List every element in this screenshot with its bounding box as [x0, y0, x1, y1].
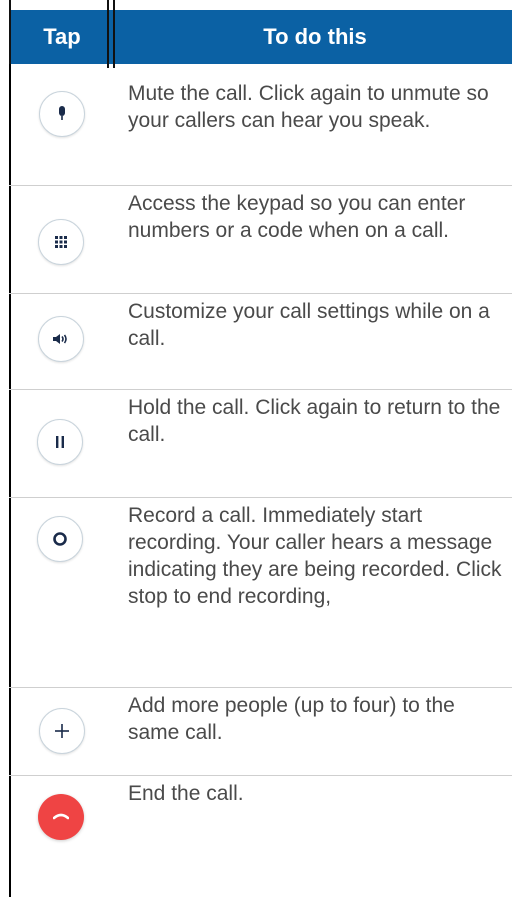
- header-divider-rule-2: [113, 0, 115, 68]
- header-to-do-this: To do this: [263, 24, 367, 49]
- keypad-button[interactable]: [38, 219, 84, 265]
- row-description: Record a call. Immediately start recordi…: [128, 504, 502, 608]
- record-button[interactable]: [37, 516, 83, 562]
- end-call-icon: [53, 813, 69, 820]
- row-description: Hold the call. Click again to return to …: [128, 396, 501, 446]
- call-settings-button[interactable]: [38, 316, 84, 362]
- row-description: Add more people (up to four) to the same…: [128, 694, 455, 744]
- end-call-button[interactable]: [38, 794, 84, 840]
- row-description: Customize your call settings while on a …: [128, 300, 490, 350]
- record-icon: [53, 532, 67, 546]
- add-people-button[interactable]: [39, 708, 85, 754]
- table-row: Customize your call settings while on a …: [0, 294, 512, 390]
- table-header: Tap To do this: [0, 0, 512, 68]
- table-row: Access the keypad so you can enter numbe…: [0, 186, 512, 294]
- header-divider-rule: [107, 0, 109, 68]
- microphone-icon: [59, 106, 65, 120]
- mute-button[interactable]: [39, 91, 85, 137]
- table-row: Record a call. Immediately start recordi…: [0, 498, 512, 688]
- table-row: End the call.: [0, 776, 512, 897]
- row-description: Mute the call. Click again to unmute so …: [128, 82, 489, 132]
- plus-icon: [55, 724, 69, 738]
- header-left-rule: [9, 0, 11, 68]
- table-row: Hold the call. Click again to return to …: [0, 390, 512, 498]
- table-row: Add more people (up to four) to the same…: [0, 688, 512, 776]
- hold-button[interactable]: [37, 419, 83, 465]
- header-tap: Tap: [43, 24, 81, 49]
- row-description: End the call.: [128, 782, 244, 805]
- speaker-icon: [53, 334, 67, 344]
- pause-icon: [56, 436, 64, 448]
- keypad-icon: [55, 236, 67, 248]
- table-row: Mute the call. Click again to unmute so …: [0, 76, 512, 186]
- controls-table: Tap To do this Mute the call. Click agai…: [0, 0, 512, 897]
- row-description: Access the keypad so you can enter numbe…: [128, 192, 466, 242]
